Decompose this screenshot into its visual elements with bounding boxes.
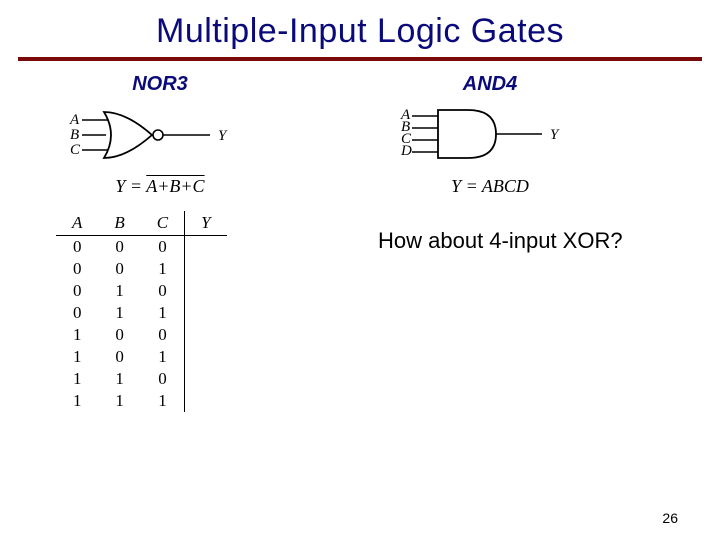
table-row: 1 0 1 <box>56 346 227 368</box>
th-a: A <box>56 211 98 236</box>
page-title: Multiple-Input Logic Gates <box>0 0 720 51</box>
nor3-gate-icon: A B C Y <box>60 102 260 168</box>
nor3-eq-rhs: A+B+C <box>146 176 204 196</box>
table-row: 1 1 1 <box>56 390 227 412</box>
th-c: C <box>141 211 185 236</box>
and4-gate-icon: A B C D Y <box>390 102 590 168</box>
and4-output: Y <box>550 127 560 143</box>
nor3-input-b: B <box>70 127 79 143</box>
and4-input-d: D <box>400 143 412 159</box>
table-row: 1 1 0 <box>56 368 227 390</box>
and4-block: AND4 A B C D Y Y = ABCD <box>390 73 590 197</box>
nor3-input-c: C <box>70 142 81 158</box>
gates-row: NOR3 A B C Y Y = A+B+C <box>60 73 680 197</box>
and4-equation: Y = ABCD <box>451 176 529 197</box>
nor3-eq-lhs: Y = <box>115 176 146 196</box>
nor3-output: Y <box>218 128 228 144</box>
nor3-truth-table: A B C Y 0 0 0 0 0 1 0 1 0 <box>56 211 227 412</box>
table-header-row: A B C Y <box>56 211 227 236</box>
table-row: 0 1 1 <box>56 302 227 324</box>
th-b: B <box>98 211 140 236</box>
page-number: 26 <box>662 510 678 526</box>
th-y: Y <box>185 211 227 236</box>
nor3-block: NOR3 A B C Y Y = A+B+C <box>60 73 260 197</box>
xor-question: How about 4-input XOR? <box>378 228 623 254</box>
table-row: 0 0 0 <box>56 236 227 259</box>
nor3-input-a: A <box>69 112 80 128</box>
table-row: 0 0 1 <box>56 258 227 280</box>
and4-label: AND4 <box>463 73 517 96</box>
nor3-equation: Y = A+B+C <box>115 176 204 197</box>
nor3-label: NOR3 <box>132 73 188 96</box>
table-row: 0 1 0 <box>56 280 227 302</box>
table-row: 1 0 0 <box>56 324 227 346</box>
